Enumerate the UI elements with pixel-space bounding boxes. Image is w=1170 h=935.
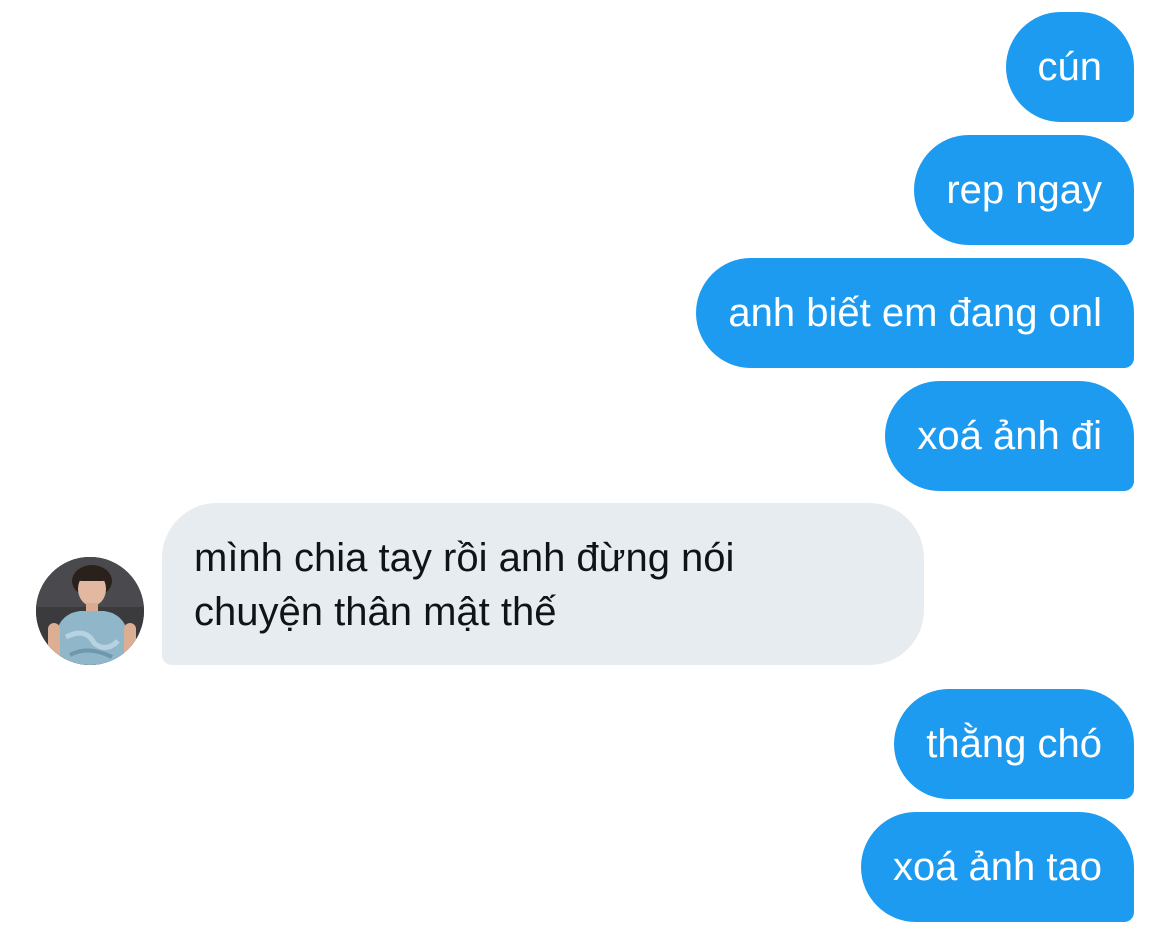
- message-text: xoá ảnh tao: [892, 845, 1102, 889]
- outgoing-message-bubble[interactable]: thằng chó: [894, 689, 1134, 799]
- outgoing-message-bubble[interactable]: rep ngay: [914, 135, 1134, 245]
- sender-avatar[interactable]: [36, 557, 144, 665]
- message-text: thằng chó: [926, 722, 1102, 766]
- outgoing-message-bubble[interactable]: anh biết em đang onl: [696, 258, 1134, 368]
- message-text-line: chuyện thân mật thế: [194, 590, 557, 634]
- outgoing-message-bubble[interactable]: xoá ảnh tao: [860, 812, 1134, 922]
- outgoing-message-bubble[interactable]: xoá ảnh đi: [885, 381, 1134, 491]
- message-text-line: mình chia tay rồi anh đừng nói: [194, 536, 735, 580]
- message-text: rep ngay: [946, 168, 1102, 212]
- outgoing-message-bubble[interactable]: cún: [1005, 12, 1134, 122]
- message-text: cún: [1037, 45, 1103, 89]
- incoming-message-bubble[interactable]: mình chia tay rồi anh đừng nói chuyện th…: [162, 503, 924, 665]
- message-text: anh biết em đang onl: [728, 291, 1102, 335]
- avatar-photo-icon: [36, 557, 144, 665]
- message-text: xoá ảnh đi: [917, 414, 1102, 458]
